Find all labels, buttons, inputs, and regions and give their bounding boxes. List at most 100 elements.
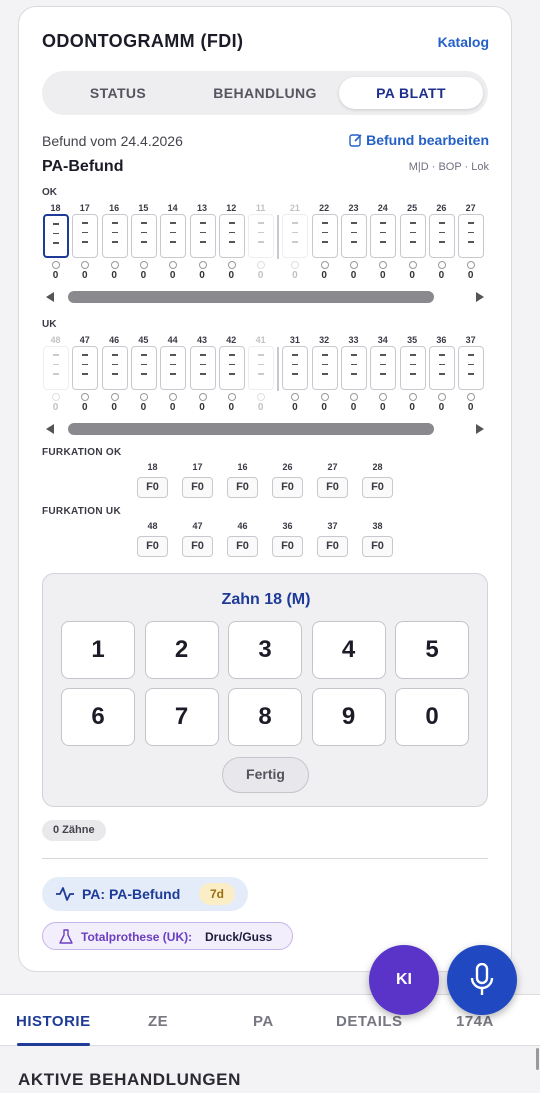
probing-depth-box[interactable]: [101, 346, 128, 390]
tooth-31[interactable]: 31 0: [281, 335, 309, 415]
tooth-22[interactable]: 22 0: [311, 203, 338, 283]
probing-depth-box[interactable]: [428, 346, 455, 390]
page-scrollbar[interactable]: [536, 1048, 539, 1070]
tooth-21[interactable]: 21 0: [281, 203, 309, 283]
probing-depth-box[interactable]: [370, 214, 397, 258]
bop-indicator[interactable]: [350, 393, 358, 401]
furkation-value-box[interactable]: F0: [182, 536, 213, 557]
tooth-11[interactable]: 11 0: [247, 203, 275, 283]
probing-depth-box[interactable]: [341, 214, 367, 258]
furkation-37[interactable]: 37 F0: [317, 521, 348, 557]
bop-indicator[interactable]: [291, 261, 300, 269]
tooth-24[interactable]: 24 0: [369, 203, 397, 283]
bop-indicator[interactable]: [198, 393, 207, 401]
probing-depth-box[interactable]: [218, 346, 245, 390]
probing-depth-box[interactable]: [101, 214, 128, 258]
probing-depth-box[interactable]: [130, 346, 157, 390]
key-2[interactable]: 2: [144, 621, 219, 679]
scroll-thumb[interactable]: [68, 423, 434, 435]
tab-status[interactable]: STATUS: [48, 77, 188, 109]
furkation-value-box[interactable]: F0: [317, 477, 348, 498]
prosthesis-pill[interactable]: Totalprothese (UK): Druck/Guss: [42, 922, 293, 950]
bop-indicator[interactable]: [139, 393, 148, 401]
probing-depth-box[interactable]: [282, 346, 309, 390]
bop-indicator[interactable]: [81, 261, 90, 269]
bop-indicator[interactable]: [169, 393, 178, 401]
key-0[interactable]: 0: [395, 688, 469, 746]
furkation-value-box[interactable]: F0: [137, 477, 168, 498]
furkation-value-box[interactable]: F0: [362, 477, 393, 498]
probing-depth-box[interactable]: [311, 214, 338, 258]
furkation-value-box[interactable]: F0: [317, 536, 348, 557]
bop-indicator[interactable]: [467, 261, 476, 269]
key-1[interactable]: 1: [61, 621, 135, 679]
tab-ze[interactable]: ZE: [148, 1013, 168, 1030]
bop-indicator[interactable]: [437, 393, 446, 401]
tab-details[interactable]: DETAILS: [336, 1013, 403, 1030]
scroll-left-icon[interactable]: [46, 292, 54, 302]
probing-depth-box[interactable]: [160, 346, 187, 390]
key-8[interactable]: 8: [228, 688, 302, 746]
scroll-right-icon[interactable]: [476, 424, 484, 434]
tooth-18[interactable]: 18 0: [42, 203, 69, 283]
tooth-12[interactable]: 12 0: [218, 203, 245, 283]
tooth-36[interactable]: 36 0: [428, 335, 455, 415]
probing-depth-box[interactable]: [399, 214, 426, 258]
tooth-32[interactable]: 32 0: [311, 335, 338, 415]
tab-174a[interactable]: 174A: [456, 1013, 494, 1030]
furkation-28[interactable]: 28 F0: [362, 462, 393, 498]
bop-indicator[interactable]: [408, 261, 417, 269]
probing-depth-box[interactable]: [248, 346, 275, 390]
bop-indicator[interactable]: [257, 393, 266, 401]
tooth-14[interactable]: 14 0: [159, 203, 187, 283]
furkation-38[interactable]: 38 F0: [362, 521, 393, 557]
bop-indicator[interactable]: [110, 261, 119, 269]
tooth-48[interactable]: 48 0: [42, 335, 69, 415]
edit-befund-button[interactable]: Befund bearbeiten: [349, 132, 489, 148]
probing-depth-box[interactable]: [370, 346, 397, 390]
tooth-27[interactable]: 27 0: [457, 203, 485, 283]
bop-indicator[interactable]: [408, 393, 417, 401]
bop-indicator[interactable]: [437, 261, 446, 269]
probing-depth-box[interactable]: [43, 346, 69, 390]
probing-depth-box[interactable]: [399, 346, 426, 390]
tooth-15[interactable]: 15 0: [130, 203, 157, 283]
probing-depth-box[interactable]: [218, 214, 245, 258]
probing-depth-box[interactable]: [130, 214, 157, 258]
furkation-value-box[interactable]: F0: [137, 536, 168, 557]
scroll-left-icon[interactable]: [46, 424, 54, 434]
tooth-44[interactable]: 44 0: [159, 335, 187, 415]
bop-indicator[interactable]: [110, 393, 119, 401]
scroll-thumb[interactable]: [68, 291, 434, 303]
tooth-23[interactable]: 23 0: [340, 203, 367, 283]
bop-indicator[interactable]: [169, 261, 178, 269]
uk-teeth-strip[interactable]: 48 0 47 0 46 0 45 0 44 0 43 0 42 0 41 0 31 0 32 0 33 0 34 0 35 0 3…: [42, 335, 488, 417]
done-button[interactable]: Fertig: [222, 757, 309, 793]
furkation-16[interactable]: 16 F0: [227, 462, 258, 498]
probing-depth-box[interactable]: [341, 346, 367, 390]
tab-pa-blatt[interactable]: PA BLATT: [339, 77, 483, 109]
probing-depth-box[interactable]: [282, 214, 309, 258]
tooth-45[interactable]: 45 0: [130, 335, 157, 415]
ok-scrollbar[interactable]: [42, 289, 488, 305]
probing-depth-box[interactable]: [458, 346, 485, 390]
bop-indicator[interactable]: [227, 393, 236, 401]
bop-indicator[interactable]: [81, 393, 90, 401]
probing-depth-box[interactable]: [160, 214, 187, 258]
bop-indicator[interactable]: [198, 261, 207, 269]
furkation-48[interactable]: 48 F0: [137, 521, 168, 557]
probing-depth-box[interactable]: [248, 214, 275, 258]
bop-indicator[interactable]: [379, 261, 388, 269]
probing-depth-box[interactable]: [428, 214, 455, 258]
tooth-47[interactable]: 47 0: [71, 335, 99, 415]
tooth-26[interactable]: 26 0: [428, 203, 455, 283]
tooth-17[interactable]: 17 0: [71, 203, 99, 283]
furkation-46[interactable]: 46 F0: [227, 521, 258, 557]
key-5[interactable]: 5: [395, 621, 469, 679]
tab-behandlung[interactable]: BEHANDLUNG: [193, 77, 337, 109]
bop-indicator[interactable]: [291, 393, 300, 401]
furkation-47[interactable]: 47 F0: [182, 521, 213, 557]
pa-befund-pill[interactable]: PA: PA-Befund 7d: [42, 877, 248, 911]
tooth-13[interactable]: 13 0: [189, 203, 216, 283]
furkation-18[interactable]: 18 F0: [137, 462, 168, 498]
